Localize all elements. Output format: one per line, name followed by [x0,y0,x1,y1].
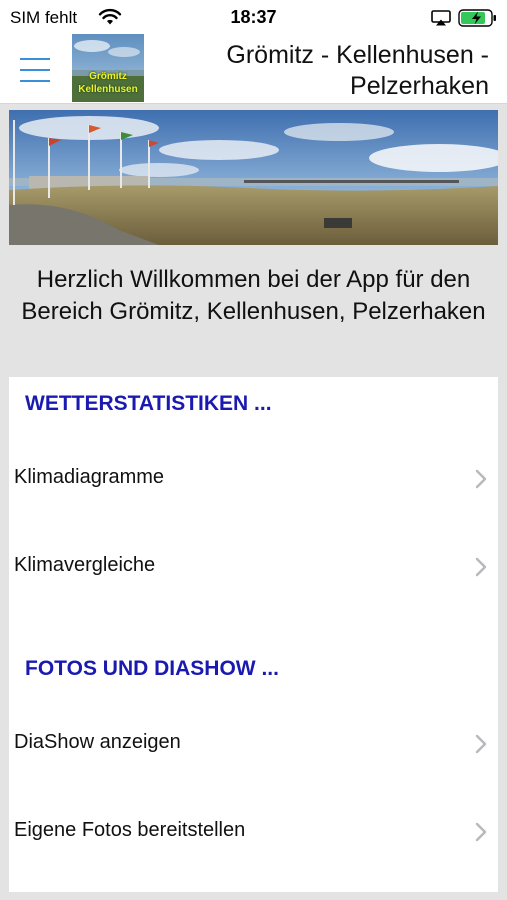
section-header-weather-stats: WETTERSTATISTIKEN ... [25,392,272,415]
chevron-right-icon [475,734,487,754]
list-item-label: Klimavergleiche [14,554,156,576]
navigation-bar: Grömitz Kellenhusen Grömitz - Kellenhuse… [0,34,507,104]
screen-mirroring-icon [431,10,451,26]
welcome-message: Herzlich Willkommen bei der App für den … [21,266,486,325]
banner-photo [9,110,498,245]
logo-line-1: Grömitz [89,71,127,82]
battery-charging-icon [458,9,496,27]
beach-banner-image [9,110,498,245]
list-item-label: Klimadiagramme [14,466,165,488]
menu-line [20,80,50,82]
list-item-label: DiaShow anzeigen [14,731,181,753]
chevron-right-icon [475,557,487,577]
menu-list: WETTERSTATISTIKEN ... Klimadiagramme Kli… [9,377,498,892]
list-item-label: Eigene Fotos bereitstellen [14,819,246,841]
list-item-klimadiagramme[interactable]: Klimadiagramme [9,432,498,520]
hamburger-menu-button[interactable] [20,52,50,82]
list-item-diashow-anzeigen[interactable]: DiaShow anzeigen [9,697,498,785]
app-logo: Grömitz Kellenhusen [72,34,144,102]
page-title: Grömitz - Kellenhusen - Pelzerhaken [226,41,489,100]
menu-line [20,69,50,71]
logo-text: Grömitz Kellenhusen [72,70,144,96]
section-header-photos-slideshow: FOTOS UND DIASHOW ... [25,657,279,680]
menu-line [20,58,50,60]
list-item-klimavergleiche[interactable]: Klimavergleiche [9,520,498,608]
logo-line-2: Kellenhusen [78,84,138,95]
chevron-right-icon [475,469,487,489]
status-bar: SIM fehlt 18:37 [0,0,507,34]
chevron-right-icon [475,822,487,842]
list-item-eigene-fotos[interactable]: Eigene Fotos bereitstellen [9,785,498,873]
